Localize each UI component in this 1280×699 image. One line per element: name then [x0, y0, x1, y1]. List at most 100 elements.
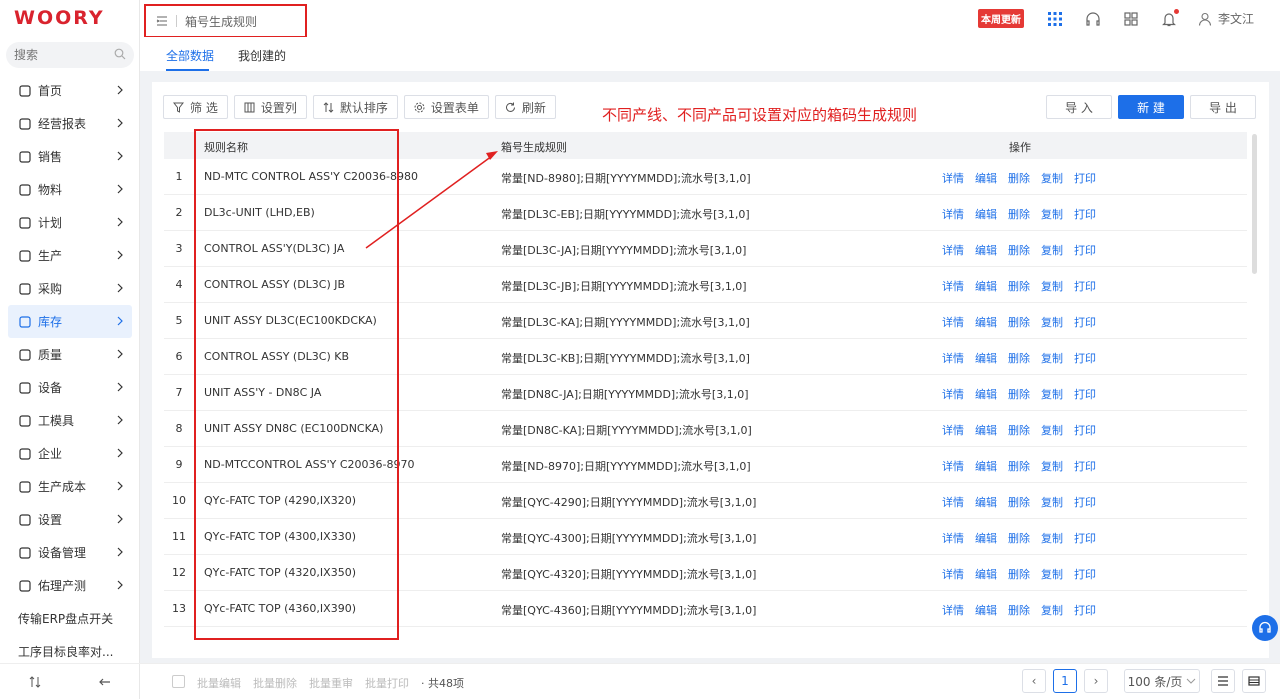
- sort-toggle-icon[interactable]: [29, 675, 41, 688]
- apps-grid-icon[interactable]: [1047, 11, 1063, 27]
- card-view-button[interactable]: [1242, 669, 1266, 693]
- row-action-2[interactable]: 删除: [1008, 242, 1030, 258]
- notification-bell[interactable]: [1161, 8, 1179, 27]
- row-action-1[interactable]: 编辑: [975, 278, 997, 294]
- row-action-3[interactable]: 复制: [1041, 530, 1063, 546]
- row-action-1[interactable]: 编辑: [975, 494, 997, 510]
- page-button-current[interactable]: 1: [1053, 669, 1077, 693]
- batch-delete-button[interactable]: 批量删除: [253, 675, 297, 691]
- row-action-3[interactable]: 复制: [1041, 602, 1063, 618]
- sidebar-item-6[interactable]: 采购: [0, 272, 140, 305]
- row-action-0[interactable]: 详情: [942, 242, 964, 258]
- table-row[interactable]: 3 CONTROL ASS'Y(DL3C) JA 常量[DL3C-JA];日期[YY…: [164, 231, 1247, 267]
- row-action-1[interactable]: 编辑: [975, 206, 997, 222]
- row-action-3[interactable]: 复制: [1041, 314, 1063, 330]
- filter-button[interactable]: 筛 选: [163, 95, 228, 119]
- prev-page-button[interactable]: ‹: [1022, 669, 1046, 693]
- user-menu[interactable]: 李文江: [1198, 10, 1254, 27]
- row-action-0[interactable]: 详情: [942, 566, 964, 582]
- row-action-0[interactable]: 详情: [942, 458, 964, 474]
- row-action-0[interactable]: 详情: [942, 278, 964, 294]
- sidebar-item-3[interactable]: 物料: [0, 173, 140, 206]
- update-badge[interactable]: 本周更新: [977, 9, 1024, 28]
- row-action-4[interactable]: 打印: [1074, 314, 1096, 330]
- table-row[interactable]: 6 CONTROL ASSY (DL3C) KB 常量[DL3C-KB];日期[YY…: [164, 339, 1247, 375]
- row-action-1[interactable]: 编辑: [975, 170, 997, 186]
- list-view-button[interactable]: [1211, 669, 1235, 693]
- row-action-0[interactable]: 详情: [942, 530, 964, 546]
- row-action-4[interactable]: 打印: [1074, 602, 1096, 618]
- sidebar-item-13[interactable]: 设置: [0, 503, 140, 536]
- menu-toggle-icon[interactable]: [156, 15, 168, 27]
- sidebar-item-7[interactable]: 库存: [8, 305, 132, 338]
- row-action-3[interactable]: 复制: [1041, 278, 1063, 294]
- sidebar-item-16[interactable]: 传输ERP盘点开关: [0, 602, 140, 635]
- table-row[interactable]: 8 UNIT ASSY DN8C (EC100DNCKA) 常量[DN8C-KA];…: [164, 411, 1247, 447]
- table-row[interactable]: 4 CONTROL ASSY (DL3C) JB 常量[DL3C-JB];日期[YY…: [164, 267, 1247, 303]
- sidebar-item-15[interactable]: 佑理产测: [0, 569, 140, 602]
- sidebar-item-0[interactable]: 首页: [0, 74, 140, 107]
- row-action-4[interactable]: 打印: [1074, 566, 1096, 582]
- row-action-4[interactable]: 打印: [1074, 458, 1096, 474]
- row-action-3[interactable]: 复制: [1041, 458, 1063, 474]
- row-action-3[interactable]: 复制: [1041, 350, 1063, 366]
- row-action-4[interactable]: 打印: [1074, 242, 1096, 258]
- row-action-1[interactable]: 编辑: [975, 350, 997, 366]
- sidebar-item-9[interactable]: 设备: [0, 371, 140, 404]
- row-action-4[interactable]: 打印: [1074, 278, 1096, 294]
- sidebar-item-2[interactable]: 销售: [0, 140, 140, 173]
- table-row[interactable]: 11 QYc-FATC TOP (4300,IX330) 常量[QYC-4300];…: [164, 519, 1247, 555]
- search-input[interactable]: [6, 42, 106, 68]
- layout-icon[interactable]: [1123, 11, 1139, 27]
- row-action-4[interactable]: 打印: [1074, 170, 1096, 186]
- row-action-1[interactable]: 编辑: [975, 530, 997, 546]
- table-row[interactable]: 7 UNIT ASS'Y - DN8C JA 常量[DN8C-JA];日期[YYYY…: [164, 375, 1247, 411]
- row-action-0[interactable]: 详情: [942, 350, 964, 366]
- export-button[interactable]: 导 出: [1190, 95, 1256, 119]
- row-action-1[interactable]: 编辑: [975, 314, 997, 330]
- sidebar-item-8[interactable]: 质量: [0, 338, 140, 371]
- row-action-2[interactable]: 删除: [1008, 566, 1030, 582]
- batch-recalc-button[interactable]: 批量重审: [309, 675, 353, 691]
- app-logo[interactable]: WOORY: [14, 8, 120, 28]
- table-row[interactable]: 12 QYc-FATC TOP (4320,IX350) 常量[QYC-4320];…: [164, 555, 1247, 591]
- column-header-rule[interactable]: 箱号生成规则: [501, 139, 567, 155]
- row-action-2[interactable]: 删除: [1008, 458, 1030, 474]
- table-row[interactable]: 5 UNIT ASSY DL3C(EC100KDCKA) 常量[DL3C-KA];日…: [164, 303, 1247, 339]
- help-support-button[interactable]: [1252, 615, 1278, 641]
- table-row[interactable]: 13 QYc-FATC TOP (4360,IX390) 常量[QYC-4360];…: [164, 591, 1247, 627]
- row-action-4[interactable]: 打印: [1074, 350, 1096, 366]
- new-button[interactable]: 新 建: [1118, 95, 1184, 119]
- row-action-3[interactable]: 复制: [1041, 242, 1063, 258]
- row-action-0[interactable]: 详情: [942, 314, 964, 330]
- row-action-2[interactable]: 删除: [1008, 314, 1030, 330]
- table-row[interactable]: 1 ND-MTC CONTROL ASS'Y C20036-8980 常量[ND-8…: [164, 159, 1247, 195]
- row-action-1[interactable]: 编辑: [975, 602, 997, 618]
- headset-icon[interactable]: [1085, 11, 1101, 27]
- table-row[interactable]: 10 QYc-FATC TOP (4290,IX320) 常量[QYC-4290];…: [164, 483, 1247, 519]
- collapse-arrow-icon[interactable]: [99, 676, 111, 688]
- row-action-1[interactable]: 编辑: [975, 566, 997, 582]
- refresh-button[interactable]: 刷新: [494, 95, 556, 119]
- row-action-3[interactable]: 复制: [1041, 170, 1063, 186]
- row-action-1[interactable]: 编辑: [975, 386, 997, 402]
- row-action-0[interactable]: 详情: [942, 386, 964, 402]
- row-action-0[interactable]: 详情: [942, 206, 964, 222]
- sidebar-item-14[interactable]: 设备管理: [0, 536, 140, 569]
- row-action-2[interactable]: 删除: [1008, 278, 1030, 294]
- row-action-2[interactable]: 删除: [1008, 350, 1030, 366]
- tab-all-data[interactable]: 全部数据: [166, 47, 214, 64]
- row-action-2[interactable]: 删除: [1008, 206, 1030, 222]
- row-action-0[interactable]: 详情: [942, 602, 964, 618]
- row-action-2[interactable]: 删除: [1008, 422, 1030, 438]
- row-action-2[interactable]: 删除: [1008, 386, 1030, 402]
- sidebar-item-4[interactable]: 计划: [0, 206, 140, 239]
- row-action-4[interactable]: 打印: [1074, 422, 1096, 438]
- row-action-1[interactable]: 编辑: [975, 422, 997, 438]
- tab-my-created[interactable]: 我创建的: [238, 47, 286, 64]
- row-action-3[interactable]: 复制: [1041, 206, 1063, 222]
- select-all-checkbox[interactable]: [172, 675, 185, 688]
- column-header-name[interactable]: 规则名称: [204, 139, 248, 155]
- row-action-4[interactable]: 打印: [1074, 494, 1096, 510]
- row-action-4[interactable]: 打印: [1074, 530, 1096, 546]
